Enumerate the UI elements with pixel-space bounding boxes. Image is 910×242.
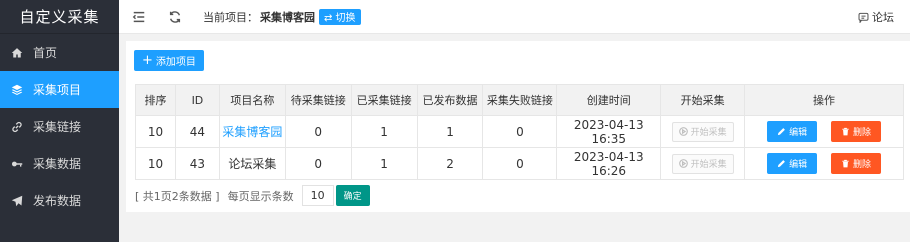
- cell-actions: 编辑 删除: [744, 115, 904, 148]
- cell-published: 2: [416, 147, 484, 180]
- column-header: 项目名称: [218, 84, 286, 116]
- edit-label: 编辑: [789, 128, 808, 138]
- top-bar: 当前项目： 采集博客园 ⇄ 切换 论坛: [119, 0, 910, 34]
- edit-label: 编辑: [789, 160, 808, 170]
- link-icon: [10, 120, 24, 134]
- delete-button[interactable]: 删除: [830, 153, 881, 174]
- table-row: 10 44 采集博客园 0 1 1 0 2023-04-13 16:35 开始采…: [135, 115, 904, 148]
- forum-label: 论坛: [872, 11, 894, 24]
- table-row: 10 43 论坛采集 0 1 2 0 2023-04-13 16:26 开始采集: [135, 147, 904, 180]
- menu-toggle-icon[interactable]: [131, 9, 147, 25]
- switch-project-button[interactable]: ⇄ 切换: [319, 8, 361, 25]
- project-name[interactable]: 论坛采集: [218, 147, 286, 180]
- start-collect-button[interactable]: 开始采集: [671, 153, 734, 174]
- delete-label: 删除: [852, 128, 871, 138]
- play-icon: [678, 127, 688, 136]
- cell-start: 开始采集: [660, 115, 746, 148]
- column-header: 待采集链接: [284, 84, 352, 116]
- cell-actions: 编辑 删除: [744, 147, 904, 180]
- sidebar-item-links[interactable]: 采集链接: [0, 108, 119, 145]
- cell-collected: 1: [350, 147, 418, 180]
- current-project-label: 当前项目：: [203, 10, 258, 24]
- project-name-link[interactable]: 采集博客园: [218, 115, 286, 148]
- trash-icon: [842, 127, 849, 136]
- cell-created: 2023-04-13 16:26: [556, 147, 662, 180]
- cell-start: 开始采集: [660, 147, 746, 180]
- forum-link[interactable]: 论坛: [858, 9, 894, 25]
- sidebar-item-label: 采集数据: [33, 157, 82, 171]
- sidebar-item-label: 采集项目: [33, 83, 82, 97]
- add-project-label: 添加项目: [155, 57, 196, 68]
- table-header-row: 排序 ID 项目名称 待采集链接 已采集链接 已发布数据 采集失败链接 创建时间…: [135, 84, 904, 116]
- delete-button[interactable]: 删除: [830, 121, 881, 142]
- column-header: 创建时间: [556, 84, 662, 116]
- page-size-label: 每页显示条数: [227, 189, 294, 203]
- projects-table: 排序 ID 项目名称 待采集链接 已采集链接 已发布数据 采集失败链接 创建时间…: [135, 84, 904, 180]
- edit-button[interactable]: 编辑: [767, 153, 818, 174]
- column-header: 排序: [135, 84, 176, 116]
- column-header: 操作: [744, 84, 904, 116]
- trash-icon: [842, 159, 849, 168]
- start-collect-label: 开始采集: [690, 128, 727, 138]
- main-panel: + 添加项目 排序 ID 项目名称 待采集链接 已采集链接 已发布数据 采集失败…: [126, 41, 910, 212]
- send-icon: [10, 194, 24, 208]
- start-collect-button[interactable]: 开始采集: [671, 121, 734, 142]
- chat-icon: [858, 12, 869, 23]
- sidebar: 自定义采集 首页 采集项目 采集链接 采集数据 发布数据: [0, 0, 119, 242]
- pencil-icon: [778, 159, 786, 168]
- confirm-button[interactable]: 确定: [335, 185, 370, 206]
- cell-collected: 1: [350, 115, 418, 148]
- column-header: 采集失败链接: [482, 84, 558, 116]
- delete-label: 删除: [852, 160, 871, 170]
- cell-pending: 0: [284, 115, 352, 148]
- pencil-icon: [778, 127, 786, 136]
- refresh-icon[interactable]: [167, 9, 183, 25]
- cell-id: 43: [174, 147, 220, 180]
- cell-failed: 0: [482, 115, 558, 148]
- current-project-name: 采集博客园: [260, 10, 315, 24]
- sidebar-item-label: 发布数据: [33, 194, 82, 208]
- sidebar-item-publish[interactable]: 发布数据: [0, 182, 119, 219]
- start-collect-label: 开始采集: [690, 160, 727, 170]
- sidebar-item-data[interactable]: 采集数据: [0, 145, 119, 182]
- cell-pending: 0: [284, 147, 352, 180]
- add-project-button[interactable]: + 添加项目: [134, 50, 204, 71]
- cell-sort: 10: [135, 147, 176, 180]
- sidebar-item-home[interactable]: 首页: [0, 34, 119, 71]
- home-icon: [10, 46, 24, 60]
- pagination-summary: [ 共1页2条数据 ]: [135, 189, 220, 203]
- key-icon: [10, 157, 24, 171]
- column-header: 已发布数据: [416, 84, 484, 116]
- play-icon: [678, 159, 688, 168]
- sidebar-item-label: 首页: [33, 46, 58, 60]
- column-header: 开始采集: [660, 84, 746, 116]
- plus-icon: +: [142, 53, 153, 68]
- app-brand: 自定义采集: [0, 0, 119, 34]
- cell-id: 44: [174, 115, 220, 148]
- layers-icon: [10, 83, 24, 97]
- sidebar-item-projects[interactable]: 采集项目: [0, 71, 119, 108]
- page-size-input[interactable]: 10: [301, 185, 334, 206]
- column-header: ID: [174, 84, 220, 116]
- edit-button[interactable]: 编辑: [767, 121, 818, 142]
- cell-failed: 0: [482, 147, 558, 180]
- cell-sort: 10: [135, 115, 176, 148]
- cell-created: 2023-04-13 16:35: [556, 115, 662, 148]
- cell-published: 1: [416, 115, 484, 148]
- pagination: [ 共1页2条数据 ] 每页显示条数 10 确定: [135, 185, 370, 206]
- column-header: 已采集链接: [350, 84, 418, 116]
- sidebar-item-label: 采集链接: [33, 120, 82, 134]
